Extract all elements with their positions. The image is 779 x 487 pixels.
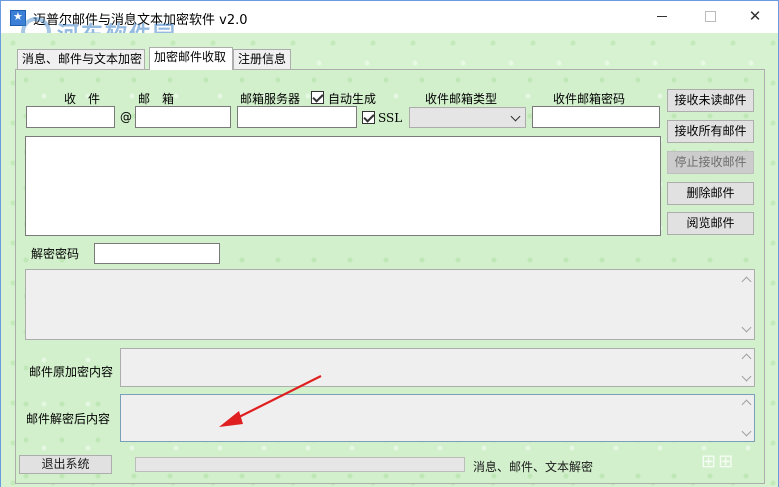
- mail-list[interactable]: [25, 136, 661, 236]
- view-mail-button[interactable]: 阅览邮件: [667, 212, 754, 235]
- scroll-down-icon[interactable]: [741, 371, 752, 382]
- mailbox-label: 邮 箱: [138, 92, 175, 106]
- tab-registration[interactable]: 注册信息: [233, 49, 291, 69]
- stop-receive-button[interactable]: 停止接收邮件: [667, 151, 754, 174]
- exit-button[interactable]: 退出系统: [19, 455, 112, 474]
- receive-unread-button[interactable]: 接收未读邮件: [667, 89, 754, 112]
- scroll-down-icon[interactable]: [741, 322, 752, 333]
- chevron-down-icon: [510, 111, 521, 122]
- scroll-up-icon[interactable]: [741, 276, 752, 287]
- app-icon: [10, 10, 26, 26]
- at-symbol: @: [120, 110, 132, 124]
- window-title: 迈普尔邮件与消息文本加密软件 v2.0: [33, 13, 248, 28]
- decorative-gift-icon: ⊞⊞: [701, 451, 736, 472]
- scroll-up-icon[interactable]: [741, 353, 752, 364]
- status-text: 消息、邮件、文本解密: [473, 460, 594, 474]
- scroll-up-icon[interactable]: [741, 399, 752, 410]
- original-content-label: 邮件原加密内容: [29, 365, 114, 379]
- mailbox-password-label: 收件邮箱密码: [553, 92, 626, 106]
- auto-generate-checkbox[interactable]: [311, 91, 324, 104]
- ssl-label: SSL: [378, 111, 403, 125]
- mail-server-input[interactable]: [237, 106, 357, 128]
- tab-encrypt[interactable]: 消息、邮件与文本加密: [17, 49, 145, 69]
- title-bar: 迈普尔邮件与消息文本加密软件 v2.0 河东软件园 www.pc0359.cn …: [1, 1, 778, 56]
- decrypted-content-label: 邮件解密后内容: [26, 412, 111, 426]
- scroll-down-icon[interactable]: [741, 426, 752, 437]
- recipient-label: 收 件: [64, 92, 101, 106]
- mailbox-type-select[interactable]: [409, 107, 526, 128]
- decrypted-content-textarea[interactable]: [120, 394, 755, 442]
- decrypt-password-label: 解密密码: [31, 247, 80, 261]
- decrypt-password-input[interactable]: [94, 243, 220, 264]
- mail-body-textarea[interactable]: [25, 269, 755, 340]
- tab-receive-encrypted-mail[interactable]: 加密邮件收取: [149, 47, 233, 70]
- auto-generate-label: 自动生成: [328, 92, 377, 106]
- mailbox-password-input[interactable]: [532, 106, 660, 128]
- ssl-checkbox[interactable]: [362, 111, 375, 124]
- progress-bar: [135, 457, 465, 472]
- original-content-textarea[interactable]: [120, 348, 755, 387]
- minimize-button[interactable]: [639, 1, 685, 32]
- maximize-button[interactable]: [687, 1, 733, 32]
- mail-domain-input[interactable]: [135, 106, 231, 128]
- mailbox-type-label: 收件邮箱类型: [425, 92, 498, 106]
- delete-mail-button[interactable]: 删除邮件: [667, 182, 754, 205]
- receive-all-button[interactable]: 接收所有邮件: [667, 120, 754, 143]
- app-window: 迈普尔邮件与消息文本加密软件 v2.0 河东软件园 www.pc0359.cn …: [0, 0, 779, 487]
- server-label: 邮箱服务器: [240, 92, 301, 106]
- close-button[interactable]: ✕: [732, 1, 778, 32]
- receive-panel: 收 件 邮 箱 邮箱服务器 自动生成 收件邮箱类型 收件邮箱密码 @ SSL 接…: [15, 69, 765, 484]
- recipient-input[interactable]: [26, 106, 115, 128]
- client-area: 消息、邮件与文本加密 加密邮件收取 注册信息 收 件 邮 箱 邮箱服务器 自动生…: [1, 33, 778, 487]
